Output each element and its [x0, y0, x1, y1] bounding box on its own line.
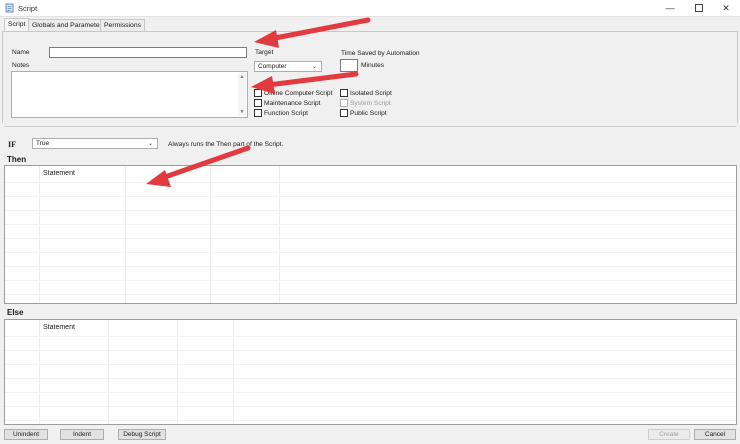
maintenance-script-checkbox[interactable]: Maintenance Script: [254, 99, 320, 107]
checkbox-label: Function Script: [264, 109, 308, 117]
divider: [4, 126, 736, 127]
grid-row-divider: [5, 350, 736, 351]
then-statement-grid[interactable]: Statement: [4, 165, 737, 304]
checkbox-box[interactable]: [254, 109, 262, 117]
grid-row-divider: [5, 336, 736, 337]
checkbox-label: Offline Computer Script: [264, 89, 333, 97]
checkbox-box[interactable]: [340, 89, 348, 97]
close-icon: ✕: [722, 2, 730, 13]
grid-column-divider: [279, 166, 280, 303]
tab-permissions[interactable]: Permissions: [100, 19, 146, 31]
public-script-checkbox[interactable]: Public Script: [340, 109, 387, 117]
if-condition-value: True: [36, 140, 50, 147]
grid-row-divider: [5, 266, 736, 267]
grid-column-divider: [210, 166, 211, 303]
tab-script[interactable]: Script: [4, 18, 30, 32]
grid-row-divider: [5, 406, 736, 407]
notes-field[interactable]: ▲ ▼: [11, 71, 248, 118]
if-condition-select[interactable]: True ⌄: [32, 138, 158, 149]
grid-row-divider: [5, 420, 736, 421]
target-select[interactable]: Computer ⌄: [254, 61, 322, 72]
grid-row-divider: [5, 392, 736, 393]
grid-column-divider: [125, 166, 126, 303]
grid-row-divider: [5, 252, 736, 253]
scroll-up-icon[interactable]: ▲: [238, 73, 246, 81]
debug-script-button[interactable]: Debug Script: [118, 429, 166, 440]
grid-row-divider: [5, 238, 736, 239]
indent-button[interactable]: Indent: [60, 429, 104, 440]
create-button: Create: [648, 429, 690, 440]
else-statement-grid[interactable]: Statement: [4, 319, 737, 425]
checkbox-label: Public Script: [350, 109, 387, 117]
chevron-down-icon: ⌄: [311, 64, 317, 70]
system-script-checkbox: System Script: [340, 99, 391, 107]
notes-label: Notes: [12, 62, 30, 69]
unindent-button[interactable]: Unindent: [4, 429, 48, 440]
script-window-icon: [5, 3, 14, 13]
else-label: Else: [7, 308, 24, 317]
close-button[interactable]: ✕: [712, 0, 740, 16]
tab-strip: Script Globals and Parameters Permission…: [0, 17, 740, 32]
window-title: Script: [18, 4, 38, 13]
then-label: Then: [7, 155, 27, 164]
grid-row-divider: [5, 182, 736, 183]
checkbox-box[interactable]: [340, 109, 348, 117]
name-label: Name: [12, 49, 30, 56]
tab-globals-and-parameters[interactable]: Globals and Parameters: [28, 19, 110, 31]
target-label: Target: [255, 49, 274, 56]
function-script-checkbox[interactable]: Function Script: [254, 109, 308, 117]
if-description: Always runs the Then part of the Script.: [168, 141, 284, 148]
time-saved-input[interactable]: [340, 59, 358, 72]
maximize-icon: [695, 4, 703, 12]
minimize-icon: —: [665, 3, 675, 13]
then-statement-column-header: Statement: [43, 170, 75, 177]
title-bar: Script — ✕: [0, 0, 740, 17]
grid-row-divider: [5, 280, 736, 281]
minutes-label: Minutes: [361, 62, 385, 69]
checkbox-label: Maintenance Script: [264, 99, 321, 107]
checkbox-box: [340, 99, 348, 107]
if-label: IF: [8, 140, 16, 149]
grid-row-divider: [5, 294, 736, 295]
notes-scrollbar[interactable]: ▲ ▼: [238, 73, 246, 116]
grid-column-divider: [39, 166, 40, 303]
minimize-button[interactable]: —: [656, 0, 684, 16]
chevron-down-icon: ⌄: [147, 141, 153, 147]
checkbox-box[interactable]: [254, 89, 262, 97]
grid-row-divider: [5, 224, 736, 225]
target-select-value: Computer: [258, 63, 287, 70]
else-statement-column-header: Statement: [43, 324, 75, 331]
cancel-button[interactable]: Cancel: [694, 429, 736, 440]
checkbox-box[interactable]: [254, 99, 262, 107]
grid-row-divider: [5, 210, 736, 211]
grid-row-divider: [5, 378, 736, 379]
time-saved-label: Time Saved by Automation: [341, 50, 420, 57]
isolated-script-checkbox[interactable]: Isolated Script: [340, 89, 392, 97]
name-field[interactable]: [49, 47, 247, 58]
grid-row-divider: [5, 196, 736, 197]
grid-row-divider: [5, 364, 736, 365]
checkbox-label: System Script: [350, 99, 391, 107]
maximize-button[interactable]: [685, 0, 713, 16]
offline-computer-script-checkbox[interactable]: Offline Computer Script: [254, 89, 332, 97]
scroll-down-icon[interactable]: ▼: [238, 108, 246, 116]
checkbox-label: Isolated Script: [350, 89, 392, 97]
